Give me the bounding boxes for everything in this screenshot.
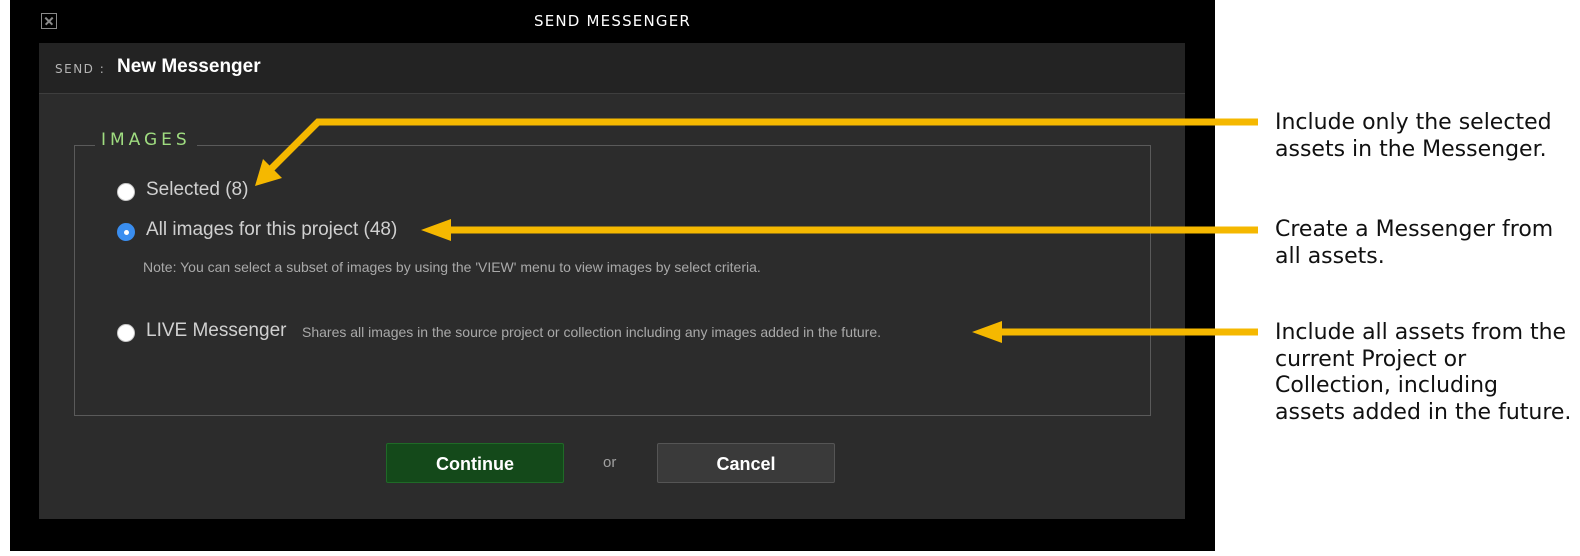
messenger-name: New Messenger [117, 56, 261, 77]
callout-live-messenger: Include all assets from the current Proj… [1275, 320, 1572, 425]
continue-button[interactable]: Continue [386, 443, 564, 483]
option-selected-label[interactable]: Selected (8) [146, 179, 248, 201]
callout-all-images: Create a Messenger from all assets. [1275, 217, 1554, 269]
dialog-title: SEND MESSENGER [533, 12, 692, 30]
radio-live-messenger[interactable] [117, 324, 135, 342]
send-header: SEND : New Messenger [39, 43, 1185, 94]
radio-selected[interactable] [117, 183, 135, 201]
dialog-panel: SEND : New Messenger IMAGES Selected (8)… [39, 43, 1185, 519]
send-label: SEND : [55, 62, 106, 76]
subset-note: Note: You can select a subset of images … [143, 259, 761, 275]
send-messenger-dialog: SEND MESSENGER SEND : New Messenger IMAG… [10, 0, 1215, 551]
option-all-images-label[interactable]: All images for this project (48) [146, 219, 397, 241]
live-messenger-description: Shares all images in the source project … [302, 324, 881, 340]
cancel-button[interactable]: Cancel [657, 443, 835, 483]
option-live-messenger-label[interactable]: LIVE Messenger [146, 320, 286, 342]
or-text: or [603, 454, 617, 471]
images-legend: IMAGES [95, 130, 197, 150]
radio-all-images[interactable] [117, 223, 135, 241]
images-fieldset: IMAGES Selected (8) All images for this … [74, 130, 1151, 416]
callout-selected: Include only the selected assets in the … [1275, 110, 1552, 162]
